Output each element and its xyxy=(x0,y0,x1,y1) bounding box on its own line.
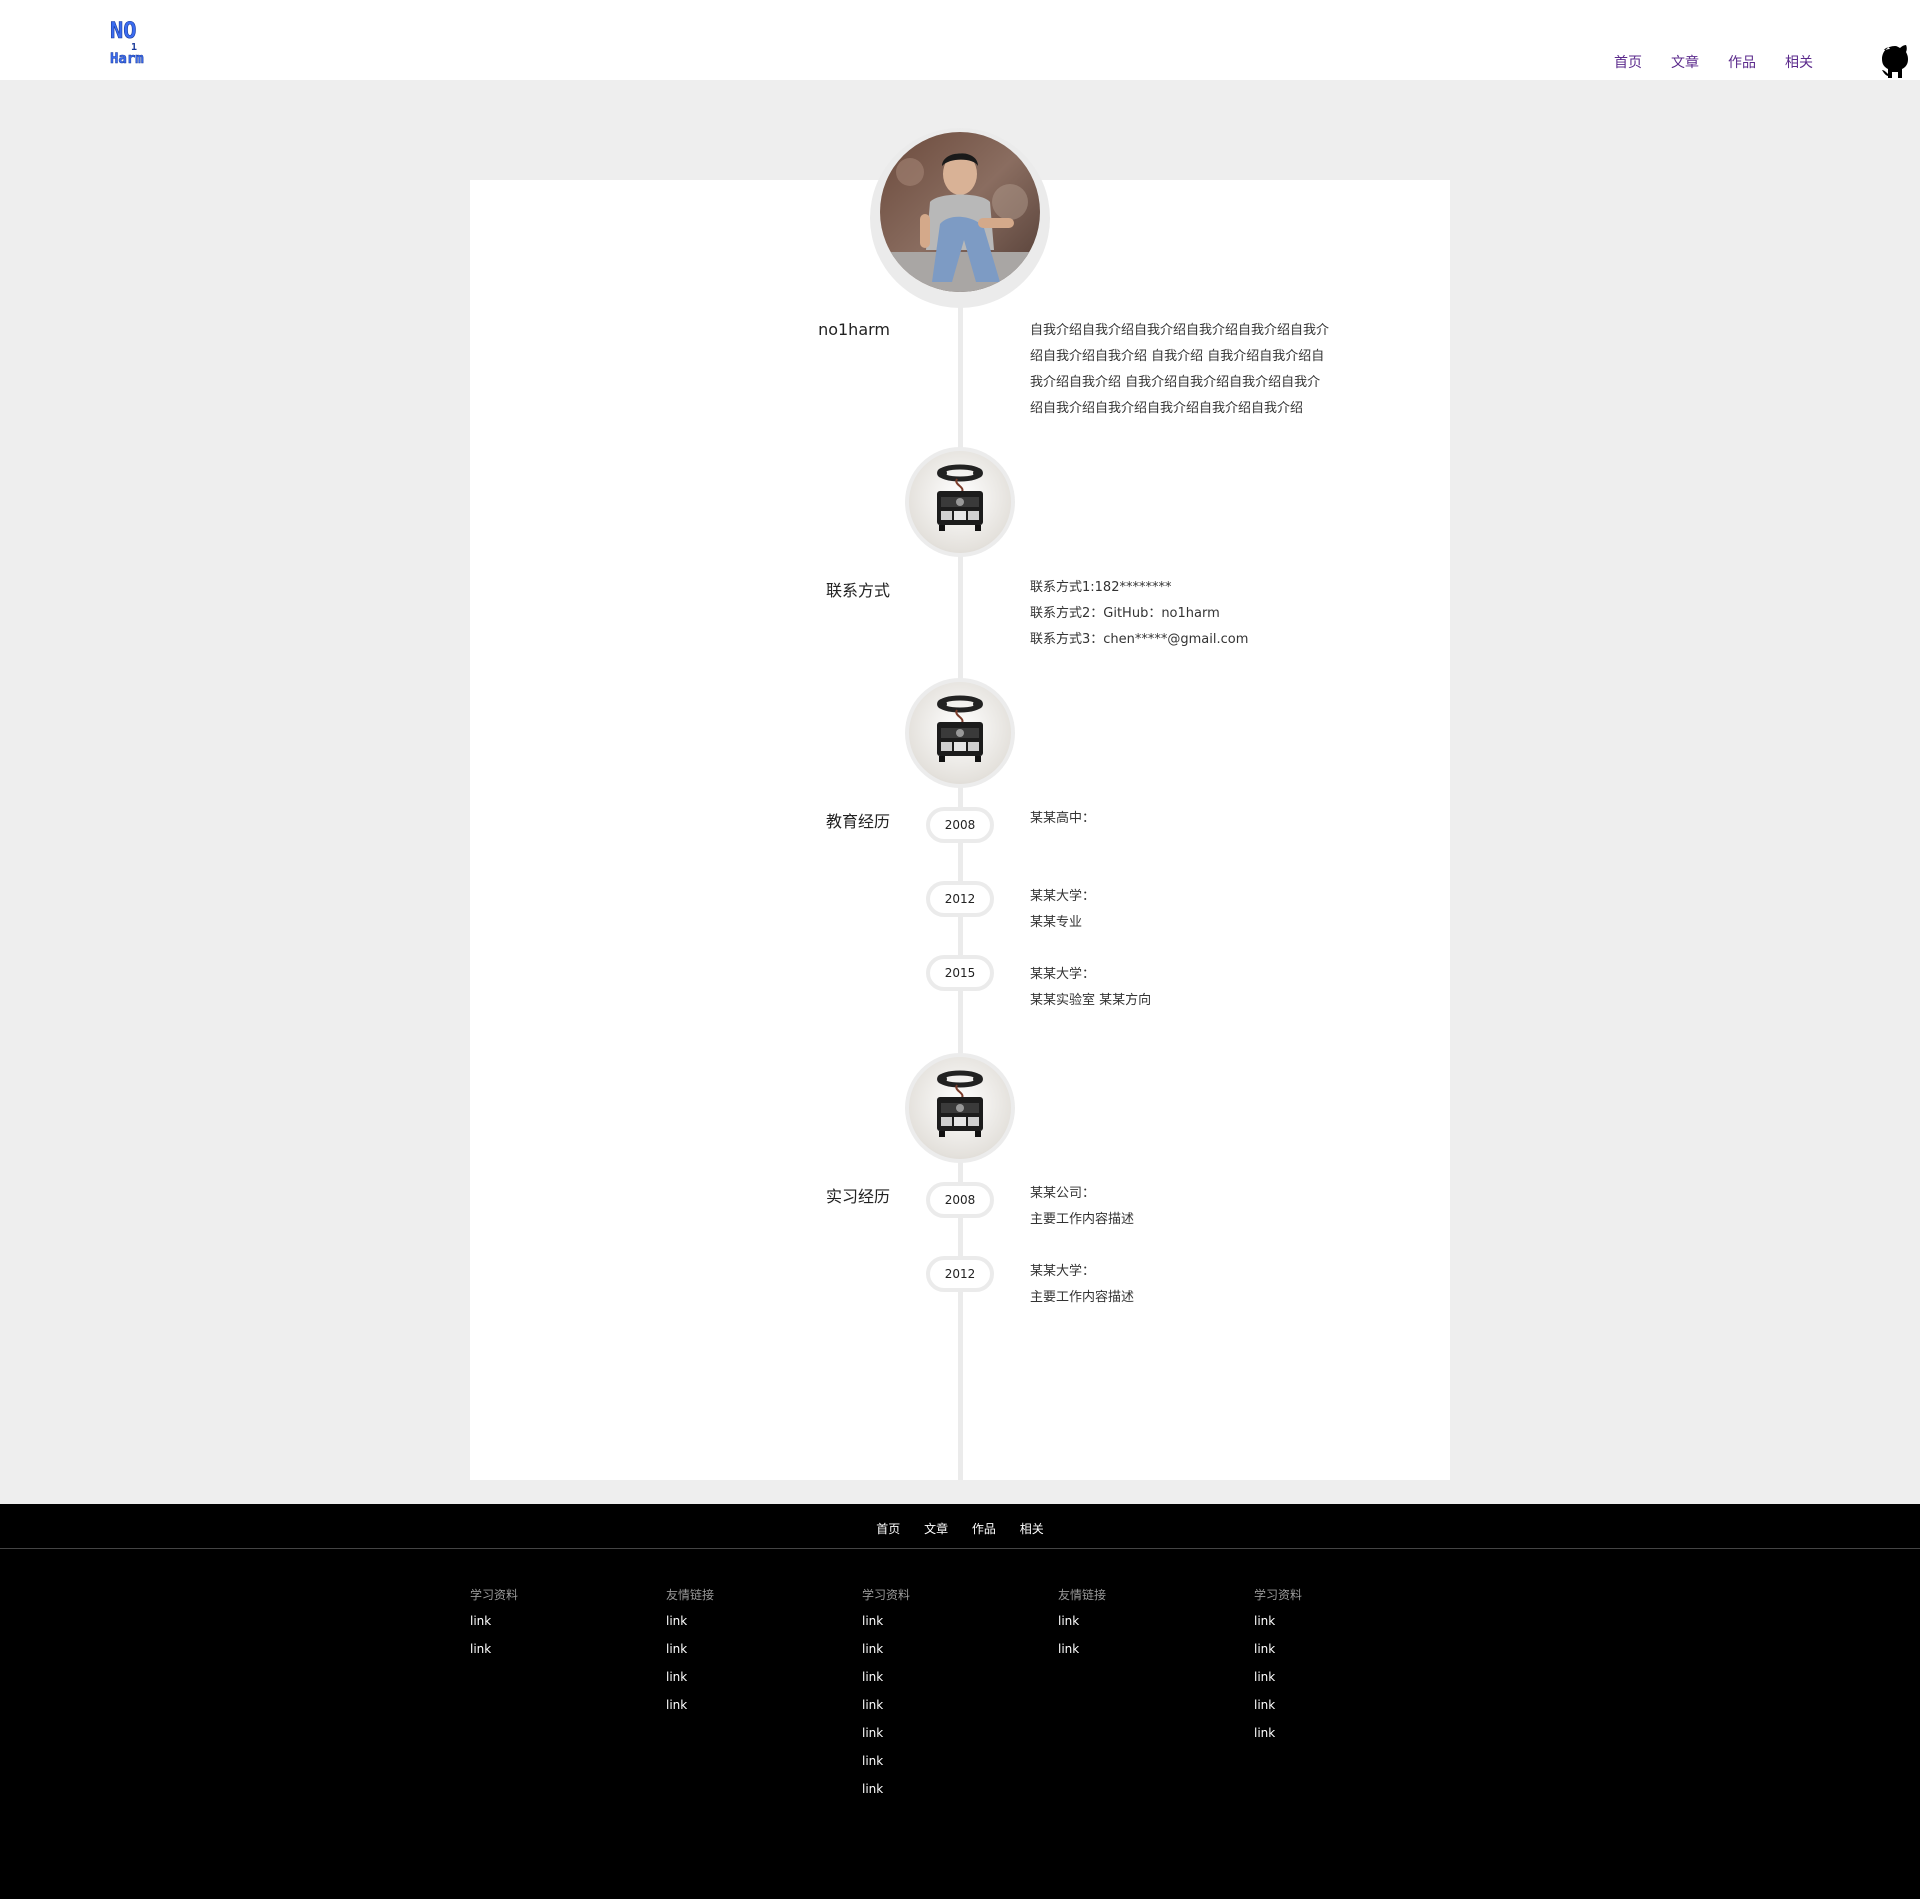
logo-text-harm: Harm xyxy=(110,51,144,64)
footer-nav: 首页 文章 作品 相关 xyxy=(0,1520,1920,1537)
footer-column: 学习资料 link link link link link link link xyxy=(862,1586,1012,1802)
internship-year-badge: 2008 xyxy=(926,1182,994,1218)
footer-link[interactable]: link xyxy=(862,1614,1012,1634)
telephone-icon xyxy=(909,451,1011,553)
footer-link[interactable]: link xyxy=(470,1614,620,1634)
footer-nav-home-link[interactable]: 首页 xyxy=(876,1522,900,1536)
logo-text-no: NO xyxy=(110,19,137,44)
contact-lines: 联系方式1:182******** 联系方式2：GitHub：no1harm 联… xyxy=(1030,575,1248,653)
internship-item: 某某大学： 主要工作内容描述 xyxy=(1030,1259,1134,1311)
footer-link[interactable]: link xyxy=(1254,1670,1404,1690)
footer-nav-works-link[interactable]: 作品 xyxy=(972,1522,996,1536)
footer-column: 友情链接 link link xyxy=(1058,1586,1208,1662)
education-item: 某某大学： 某某实验室 某某方向 xyxy=(1030,962,1151,1014)
footer-link[interactable]: link xyxy=(862,1642,1012,1662)
intro-line: 我介绍自我介绍 自我介绍自我介绍自我介绍自我介 xyxy=(1030,375,1321,390)
nav-works-link[interactable]: 作品 xyxy=(1728,52,1756,72)
footer-link[interactable]: link xyxy=(1254,1642,1404,1662)
site-logo[interactable]: NO 1 Harm xyxy=(110,16,160,68)
intro-line: 绍自我介绍自我介绍自我介绍自我介绍自我介绍 xyxy=(1030,401,1304,416)
footer-divider xyxy=(0,1548,1920,1549)
nav-articles-link[interactable]: 文章 xyxy=(1671,52,1699,72)
education-year-badge: 2012 xyxy=(926,881,994,917)
footer-column: 学习资料 link link xyxy=(470,1586,620,1662)
footer-link[interactable]: link xyxy=(862,1754,1012,1774)
contact-section-icon-ring xyxy=(905,447,1015,557)
footer-link[interactable]: link xyxy=(666,1670,816,1690)
internship-item-line: 某某大学： xyxy=(1030,1264,1096,1279)
footer-column-heading: 学习资料 xyxy=(470,1588,519,1602)
telephone-icon xyxy=(909,1057,1011,1159)
contact-line-email: 联系方式3：chen*****@gmail.com xyxy=(1030,632,1249,647)
site-footer: 首页 文章 作品 相关 学习资料 link link 友情链接 link lin… xyxy=(0,1504,1920,1899)
footer-link[interactable]: link xyxy=(862,1670,1012,1690)
footer-link[interactable]: link xyxy=(1058,1614,1208,1634)
intro-line: 自我介绍自我介绍自我介绍自我介绍自我介绍自我介 xyxy=(1030,323,1330,338)
footer-link[interactable]: link xyxy=(666,1698,816,1718)
github-icon[interactable] xyxy=(1880,44,1910,80)
footer-column: 友情链接 link link link link xyxy=(666,1586,816,1718)
footer-link[interactable]: link xyxy=(1058,1642,1208,1662)
site-header: NO 1 Harm 首页 文章 作品 相关 xyxy=(0,0,1920,80)
internship-year-badge: 2012 xyxy=(926,1256,994,1292)
education-item-line: 某某实验室 某某方向 xyxy=(1030,993,1152,1008)
footer-column-heading: 友情链接 xyxy=(666,1588,715,1602)
footer-link[interactable]: link xyxy=(1254,1614,1404,1634)
profile-intro: 自我介绍自我介绍自我介绍自我介绍自我介绍自我介 绍自我介绍自我介绍 自我介绍 自… xyxy=(1030,318,1329,422)
contact-title: 联系方式 xyxy=(825,581,890,600)
education-title: 教育经历 xyxy=(825,812,890,831)
footer-column: 学习资料 link link link link link xyxy=(1254,1586,1404,1746)
footer-link[interactable]: link xyxy=(1254,1698,1404,1718)
education-item-line: 某某大学： xyxy=(1030,889,1096,904)
nav-related-link[interactable]: 相关 xyxy=(1785,52,1813,72)
contact-line-phone: 联系方式1:182******** xyxy=(1030,580,1172,595)
nav-home-link[interactable]: 首页 xyxy=(1614,52,1642,72)
intro-line: 绍自我介绍自我介绍 自我介绍 自我介绍自我介绍自 xyxy=(1030,349,1325,364)
footer-link[interactable]: link xyxy=(1254,1726,1404,1746)
internship-item-line: 某某公司： xyxy=(1030,1186,1096,1201)
internship-item: 某某公司： 主要工作内容描述 xyxy=(1030,1181,1134,1233)
education-year-badge: 2008 xyxy=(926,807,994,843)
footer-nav-articles-link[interactable]: 文章 xyxy=(924,1522,948,1536)
telephone-icon xyxy=(909,682,1011,784)
footer-column-heading: 学习资料 xyxy=(1254,1588,1303,1602)
education-item: 某某高中： xyxy=(1030,806,1095,832)
footer-link[interactable]: link xyxy=(666,1642,816,1662)
education-item: 某某大学： 某某专业 xyxy=(1030,884,1095,936)
footer-link[interactable]: link xyxy=(862,1782,1012,1802)
footer-link[interactable]: link xyxy=(470,1642,620,1662)
main-nav: 首页 文章 作品 相关 xyxy=(1614,52,1842,72)
internship-title: 实习经历 xyxy=(825,1187,890,1206)
footer-link[interactable]: link xyxy=(666,1614,816,1634)
footer-link[interactable]: link xyxy=(862,1698,1012,1718)
footer-link[interactable]: link xyxy=(862,1726,1012,1746)
education-item-line: 某某专业 xyxy=(1030,915,1083,930)
education-item-line: 某某大学： xyxy=(1030,967,1096,982)
avatar xyxy=(880,132,1040,292)
education-section-icon-ring xyxy=(905,678,1015,788)
education-year-badge: 2015 xyxy=(926,955,994,991)
footer-column-heading: 学习资料 xyxy=(862,1588,911,1602)
avatar-ring xyxy=(870,128,1050,308)
footer-column-heading: 友情链接 xyxy=(1058,1588,1107,1602)
internship-section-icon-ring xyxy=(905,1053,1015,1163)
education-item-line: 某某高中： xyxy=(1030,811,1096,826)
profile-name: no1harm xyxy=(818,320,890,339)
internship-item-line: 主要工作内容描述 xyxy=(1030,1290,1135,1305)
footer-nav-related-link[interactable]: 相关 xyxy=(1020,1522,1044,1536)
contact-line-github: 联系方式2：GitHub：no1harm xyxy=(1030,606,1220,621)
internship-item-line: 主要工作内容描述 xyxy=(1030,1212,1135,1227)
